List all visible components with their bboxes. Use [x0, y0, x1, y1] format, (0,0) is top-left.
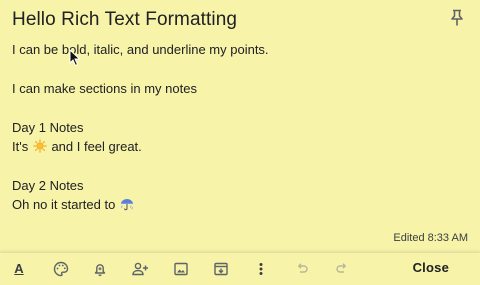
remind-me-button[interactable]	[90, 259, 110, 279]
add-person-icon	[131, 261, 149, 277]
note-line: I can be bold, italic, and underline my …	[12, 42, 269, 57]
more-vertical-icon	[253, 261, 269, 277]
note-line-empty	[12, 59, 468, 78]
bell-plus-icon	[92, 261, 108, 277]
note-line: I can make sections in my notes	[12, 80, 197, 96]
archive-icon	[213, 261, 229, 277]
note-line-empty	[12, 98, 468, 117]
note-line-empty	[12, 156, 468, 175]
note-line: Day 1 Notes	[12, 119, 84, 135]
formatting-options-button[interactable]: A	[9, 259, 29, 279]
umbrella-emoji-icon	[120, 197, 134, 211]
palette-icon	[53, 261, 69, 277]
note-toolbar: A Close	[0, 252, 480, 285]
note-line-text: Oh no it started to	[12, 197, 119, 213]
undo-icon	[294, 261, 310, 277]
redo-icon	[334, 261, 350, 277]
edited-timestamp: Edited 8:33 AM	[393, 232, 468, 244]
image-icon	[173, 261, 189, 277]
note-line: Day 2 Notes	[12, 177, 84, 193]
add-image-button[interactable]	[171, 259, 191, 279]
note-line-text: It's	[12, 139, 32, 154]
sun-emoji-icon	[33, 139, 47, 153]
archive-button[interactable]	[211, 259, 231, 279]
note-editor: Hello Rich Text Formatting I can be bold…	[0, 0, 480, 285]
close-button[interactable]: Close	[413, 260, 449, 275]
text-format-icon: A	[14, 261, 24, 276]
note-body[interactable]: I can be bold, italic, and underline my …	[12, 40, 468, 215]
note-line: It's and I feel great.	[12, 137, 468, 156]
pin-icon	[450, 9, 464, 32]
more-options-button[interactable]	[251, 259, 271, 279]
collaborator-button[interactable]	[130, 259, 150, 279]
redo-button[interactable]	[332, 259, 352, 279]
note-line: Oh no it started to	[12, 195, 468, 214]
note-title[interactable]: Hello Rich Text Formatting	[12, 9, 237, 31]
background-options-button[interactable]	[51, 259, 71, 279]
pin-note-button[interactable]	[448, 9, 466, 32]
note-line-text: and I feel great.	[47, 139, 142, 154]
undo-button[interactable]	[292, 259, 312, 279]
